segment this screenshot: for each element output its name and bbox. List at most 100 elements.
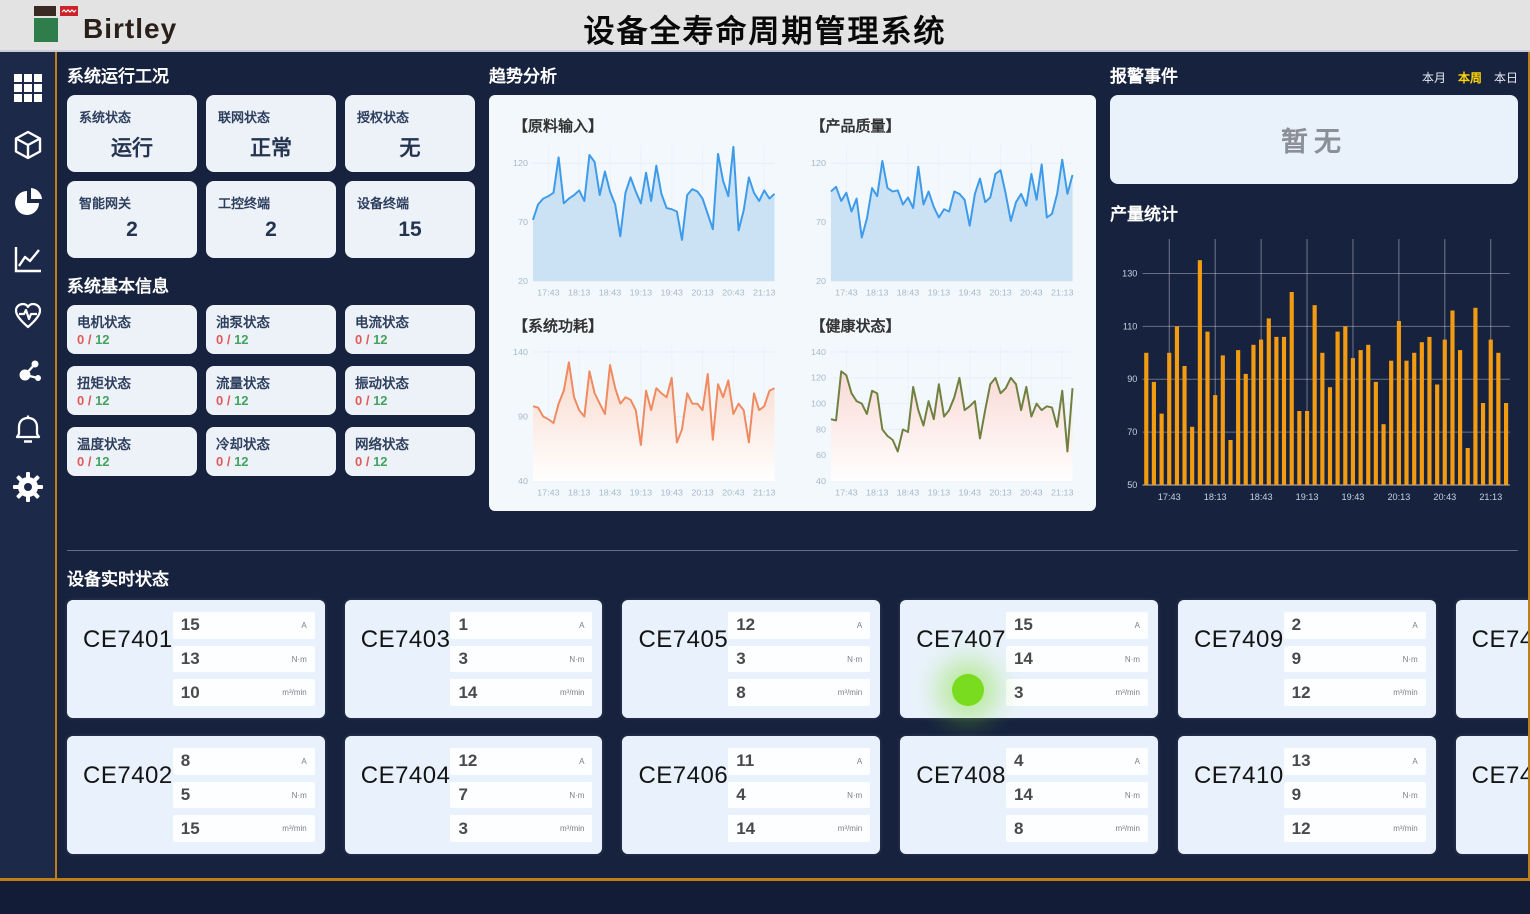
system-power-chart-title: 【系统功耗】 <box>513 315 785 336</box>
metric-value: 11 <box>736 751 754 771</box>
device-metric-row: 3m³/min <box>1006 679 1148 706</box>
metric-unit: m³/min <box>282 824 306 833</box>
svg-text:20:13: 20:13 <box>989 488 1012 498</box>
device-metric-row: 12m³/min <box>1284 815 1426 842</box>
info-total-value: 12 <box>95 393 109 408</box>
device-name: CE7412 <box>1472 762 1530 842</box>
system-info-title: 系统基本信息 <box>67 272 475 297</box>
info-current-value: 0 / <box>216 332 234 347</box>
metric-value: 15 <box>181 819 200 839</box>
system-info-grid: 电机状态0 / 12油泵状态0 / 12电流状态0 / 12扭矩状态0 / 12… <box>67 305 475 476</box>
info-card: 冷却状态0 / 12 <box>206 427 336 476</box>
device-name: CE7408 <box>916 762 1006 842</box>
metric-value: 7 <box>458 785 467 805</box>
grid-menu-icon[interactable] <box>12 72 44 104</box>
device-metric-row: 8A <box>173 748 315 775</box>
svg-text:100: 100 <box>810 399 825 409</box>
alarm-tab-1[interactable]: 本周 <box>1458 69 1482 86</box>
svg-text:18:13: 18:13 <box>1204 492 1227 502</box>
device-card[interactable]: CE740115A13N·m10m³/min <box>67 600 325 718</box>
device-name: CE7406 <box>638 762 728 842</box>
metric-value: 12 <box>1292 819 1311 839</box>
info-current-value: 0 / <box>216 454 234 469</box>
main-content: 系统运行工况 系统状态运行联网状态正常授权状态无智能网关2工控终端2设备终端15… <box>57 52 1530 878</box>
device-name: CE7410 <box>1194 762 1284 842</box>
svg-text:20:13: 20:13 <box>691 488 714 498</box>
footer-bar <box>0 878 1530 914</box>
metric-value: 9 <box>1292 785 1301 805</box>
device-card[interactable]: CE74084A14N·m8m³/min <box>900 736 1158 854</box>
device-metric-row: 15 m³/min <box>173 815 315 842</box>
pie-chart-icon[interactable] <box>12 186 44 218</box>
svg-text:21:13: 21:13 <box>753 488 776 498</box>
metric-unit: A <box>1135 757 1140 766</box>
svg-text:20:13: 20:13 <box>989 288 1012 298</box>
metric-value: 8 <box>181 751 190 771</box>
svg-text:90: 90 <box>1127 374 1137 384</box>
alarm-tab-2[interactable]: 本日 <box>1494 69 1518 86</box>
info-card-label: 冷却状态 <box>216 433 326 453</box>
info-current-value: 0 / <box>355 332 373 347</box>
metric-unit: A <box>579 621 584 630</box>
cube-3d-icon[interactable] <box>12 129 44 161</box>
status-card-value: 2 <box>79 218 185 242</box>
metric-unit: m³/min <box>1115 688 1139 697</box>
molecule-network-icon[interactable] <box>12 357 44 389</box>
line-chart-icon[interactable] <box>12 243 44 275</box>
device-card[interactable]: CE740715A14N·m3m³/min <box>900 600 1158 718</box>
device-metrics: 2A9N·m12m³/min <box>1284 612 1426 706</box>
system-power-chart-cell: 【系统功耗】 409014017:4318:1318:4319:1319:432… <box>495 303 793 503</box>
health-status-chart-title: 【健康状态】 <box>811 315 1083 336</box>
info-card: 电流状态0 / 12 <box>345 305 475 354</box>
svg-text:120: 120 <box>810 158 825 168</box>
svg-text:21:13: 21:13 <box>1479 492 1502 502</box>
metric-value: 13 <box>1292 751 1311 771</box>
metric-value: 14 <box>1014 785 1033 805</box>
device-metric-row: 1A <box>450 612 592 639</box>
metric-unit: m³/min <box>282 688 306 697</box>
device-card[interactable]: CE74126A15N·m10m³/min <box>1456 736 1530 854</box>
bell-alarm-icon[interactable] <box>12 414 44 446</box>
product-quality-chart-cell: 【产品质量】 207012017:4318:1318:4319:1319:432… <box>793 103 1091 303</box>
status-card-value: 运行 <box>79 132 185 162</box>
device-card[interactable]: CE74092A9N·m12m³/min <box>1178 600 1436 718</box>
svg-text:19:13: 19:13 <box>630 488 653 498</box>
device-card[interactable]: CE740412A7N·m3m³/min <box>345 736 603 854</box>
svg-text:140: 140 <box>513 347 528 357</box>
status-card-value: 2 <box>218 218 324 242</box>
device-metric-row: 14N·m <box>1006 646 1148 673</box>
info-card: 电机状态0 / 12 <box>67 305 197 354</box>
device-card[interactable]: CE74028A5N·m15m³/min <box>67 736 325 854</box>
device-card[interactable]: CE740512A3N·m8m³/min <box>622 600 880 718</box>
status-card: 智能网关2 <box>67 181 197 258</box>
production-chart-wrap: 50709011013017:4318:1318:4319:1319:4320:… <box>1110 233 1518 505</box>
info-card-ratio: 0 / 12 <box>77 454 187 469</box>
device-card[interactable]: CE74031A3N·m14m³/min <box>345 600 603 718</box>
metric-unit: m³/min <box>1393 688 1417 697</box>
device-metric-row: 12A <box>450 748 592 775</box>
svg-text:19:43: 19:43 <box>660 288 683 298</box>
info-card-ratio: 0 / 12 <box>355 332 465 347</box>
device-card[interactable]: CE741110A15N·m11m³/min <box>1456 600 1530 718</box>
device-metric-row: 15A <box>1006 612 1148 639</box>
device-name: CE7404 <box>361 762 451 842</box>
gear-settings-icon[interactable] <box>12 471 44 503</box>
status-card-value: 15 <box>357 218 463 242</box>
alarm-tab-0[interactable]: 本月 <box>1422 69 1446 86</box>
metric-value: 12 <box>458 751 477 771</box>
device-metric-row: 8m³/min <box>728 679 870 706</box>
health-status-chart: 40608010012014017:4318:1318:4319:1319:43… <box>801 338 1083 500</box>
metric-unit: A <box>1412 621 1417 630</box>
info-total-value: 12 <box>95 454 109 469</box>
svg-text:20:43: 20:43 <box>1433 492 1456 502</box>
info-total-value: 12 <box>234 332 248 347</box>
status-indicator-green <box>952 674 984 706</box>
device-card[interactable]: CE740611A4N·m14m³/min <box>622 736 880 854</box>
info-card-label: 电流状态 <box>355 311 465 331</box>
health-pulse-icon[interactable] <box>12 300 44 332</box>
status-card-label: 授权状态 <box>357 107 463 126</box>
svg-text:18:43: 18:43 <box>896 288 919 298</box>
device-card[interactable]: CE741013A9N·m12m³/min <box>1178 736 1436 854</box>
info-card-label: 流量状态 <box>216 372 326 392</box>
info-card-label: 网络状态 <box>355 433 465 453</box>
